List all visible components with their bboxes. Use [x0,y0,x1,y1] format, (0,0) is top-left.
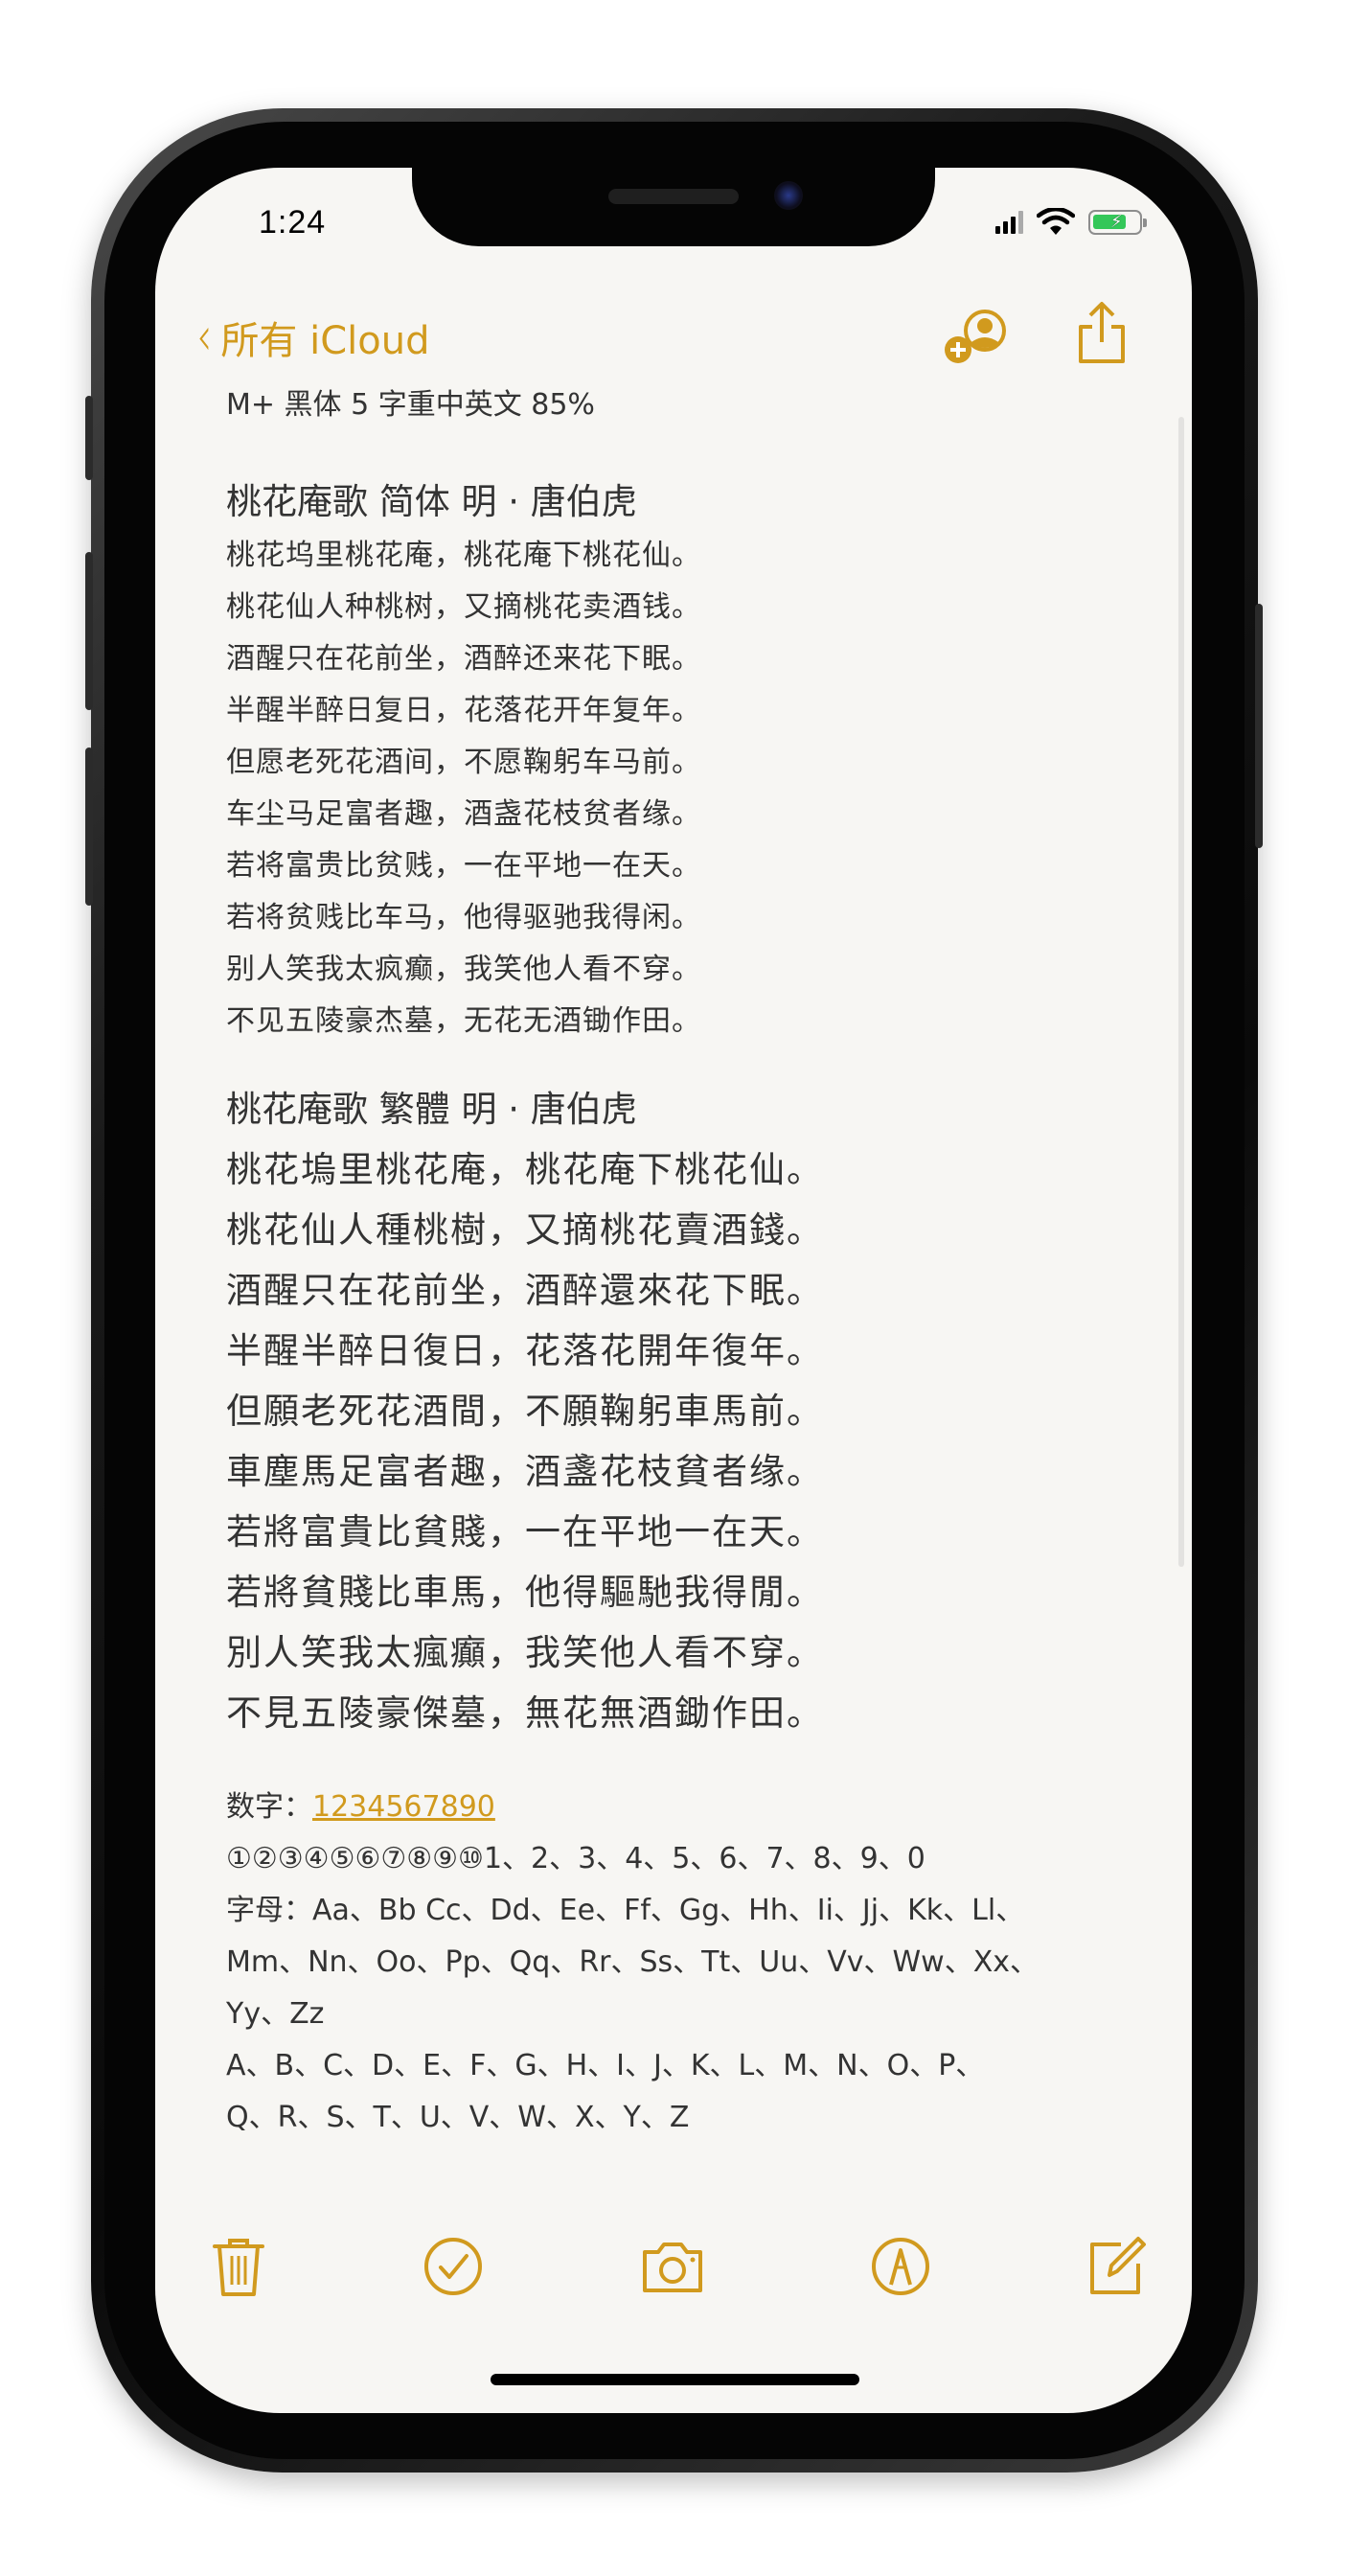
back-button-label: 所有 iCloud [220,319,430,363]
poem-line: 但愿老死花酒间，不愿鞠躬车马前。 [226,746,701,779]
poem-line: 若將貧賤比車馬，他得驅馳我得閒。 [226,1572,824,1613]
poem-line: 桃花塢里桃花庵，桃花庵下桃花仙。 [226,1149,824,1190]
circled-numbers-line: ①②③④⑤⑥⑦⑧⑨⑩1、2、3、4、5、6、7、8、9、0 [226,1842,925,1875]
font-label: M+ 黑体 5 字重中英文 85% [226,388,595,422]
checkmark-circle-icon[interactable] [420,2233,487,2300]
poem-line: 车尘马足富者趣，酒盏花枝贫者缘。 [226,797,701,831]
trash-icon[interactable] [205,2233,272,2300]
share-icon[interactable] [1075,300,1129,367]
simplified-poem: 桃花坞里桃花庵，桃花庵下桃花仙。 桃花仙人种桃树，又摘桃花卖酒钱。 酒醒只在花前… [226,530,1165,1047]
front-camera [774,181,803,210]
letters-line: Yy、Zz [226,1997,325,2031]
wifi-icon [1037,208,1075,235]
pen-tip-circle-icon[interactable] [867,2233,934,2300]
add-person-icon[interactable] [943,310,1014,371]
volume-down-button [85,748,93,906]
traditional-poem: 桃花塢里桃花庵，桃花庵下桃花仙。 桃花仙人種桃樹，又摘桃花賣酒錢。 酒醒只在花前… [226,1139,1165,1743]
status-icons: ⚡ [995,208,1147,237]
uppercase-line: A、B、C、D、E、F、G、H、I、J、K、L、M、N、O、P、 [226,2049,985,2082]
phone-number-link[interactable]: 1234567890 [312,1790,495,1824]
poem-line: 半醒半醉日復日，花落花開年復年。 [226,1330,824,1371]
poem-line: 別人笑我太瘋癲，我笑他人看不穿。 [226,1632,824,1673]
numbers-label: 数字： [226,1790,312,1824]
volume-up-button [85,552,93,710]
letters-line: 字母：Aa、Bb Cc、Dd、Ee、Ff、Gg、Hh、Ii、Jj、Kk、Ll、 [226,1894,1025,1927]
note-body[interactable]: M+ 黑体 5 字重中英文 85% 桃花庵歌 简体 明 · 唐伯虎 桃花坞里桃花… [226,380,1165,2144]
camera-icon[interactable] [639,2233,706,2300]
poem-line: 車塵馬足富者趣，酒盞花枝貧者缘。 [226,1451,824,1492]
poem-line: 半醒半醉日复日，花落花开年复年。 [226,694,701,727]
power-button [1255,604,1263,848]
home-indicator[interactable] [491,2374,859,2385]
compose-icon[interactable] [1083,2233,1150,2300]
poem-line: 桃花坞里桃花庵，桃花庵下桃花仙。 [226,539,701,572]
battery-icon: ⚡ [1088,210,1147,235]
simplified-title: 桃花庵歌 简体 明 · 唐伯虎 [226,481,637,522]
numbers-header: 数字：1234567890 [226,1782,1165,1833]
bottom-toolbar [155,2233,1192,2310]
poem-line: 不见五陵豪杰墓，无花无酒锄作田。 [226,1004,701,1038]
numbers-section: 数字：1234567890 ①②③④⑤⑥⑦⑧⑨⑩1、2、3、4、5、6、7、8、… [226,1782,1165,2144]
phone-screen: 1:24 ⚡ ‹ 所有 iCloud M+ 黑体 5 字重中英文 85% 桃花庵… [155,168,1192,2413]
poem-line: 别人笑我太疯癫，我笑他人看不穿。 [226,953,701,986]
poem-line: 酒醒只在花前坐，酒醉還來花下眠。 [226,1270,824,1311]
mute-switch [85,396,93,480]
poem-line: 桃花仙人種桃樹，又摘桃花賣酒錢。 [226,1209,824,1251]
notch [412,168,935,246]
poem-line: 若將富貴比貧賤，一在平地一在天。 [226,1511,824,1552]
cellular-signal-icon [995,211,1023,234]
scrollbar[interactable] [1178,417,1184,1567]
poem-line: 酒醒只在花前坐，酒醉还来花下眠。 [226,642,701,676]
letters-line: Mm、Nn、Oo、Pp、Qq、Rr、Ss、Tt、Uu、Vv、Ww、Xx、 [226,1945,1040,1979]
chevron-left-icon: ‹ [196,306,213,368]
poem-line: 若将贫贱比车马，他得驱驰我得闲。 [226,901,701,934]
traditional-title: 桃花庵歌 繁體 明 · 唐伯虎 [226,1089,637,1130]
poem-line: 桃花仙人种桃树，又摘桃花卖酒钱。 [226,590,701,624]
poem-line: 若将富贵比贫贱，一在平地一在天。 [226,849,701,883]
poem-line: 但願老死花酒間，不願鞠躬車馬前。 [226,1391,824,1432]
status-time: 1:24 [259,204,327,241]
poem-line: 不見五陵豪傑墓，無花無酒鋤作田。 [226,1692,824,1734]
uppercase-line: Q、R、S、T、U、V、W、X、Y、Z [226,2101,690,2134]
earpiece-speaker [608,189,739,204]
back-button[interactable]: ‹ 所有 iCloud [194,306,430,368]
